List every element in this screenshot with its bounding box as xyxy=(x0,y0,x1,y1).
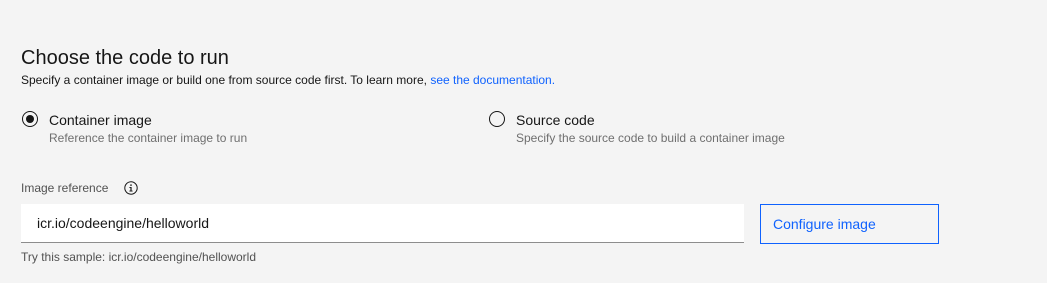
radio-help-container-image: Reference the container image to run xyxy=(49,131,248,145)
radio-label-container-image: Container image xyxy=(49,112,152,128)
description-text: Specify a container image or build one f… xyxy=(21,73,431,87)
section-title: Choose the code to run xyxy=(21,47,229,69)
documentation-link[interactable]: see the documentation. xyxy=(430,73,555,87)
image-reference-label: Image reference xyxy=(21,181,109,195)
radio-label-source-code: Source code xyxy=(516,112,595,128)
info-icon[interactable] xyxy=(124,181,138,195)
configure-image-button[interactable]: Configure image xyxy=(760,204,939,244)
image-reference-input[interactable] xyxy=(21,204,744,243)
radio-button-container-image[interactable] xyxy=(22,111,38,127)
radio-button-source-code[interactable] xyxy=(489,111,505,127)
code-source-panel: Choose the code to run Specify a contain… xyxy=(0,0,1047,283)
image-reference-helper: Try this sample: icr.io/codeengine/hello… xyxy=(21,250,257,264)
section-description: Specify a container image or build one f… xyxy=(21,72,555,88)
radio-help-source-code: Specify the source code to build a conta… xyxy=(516,131,785,145)
